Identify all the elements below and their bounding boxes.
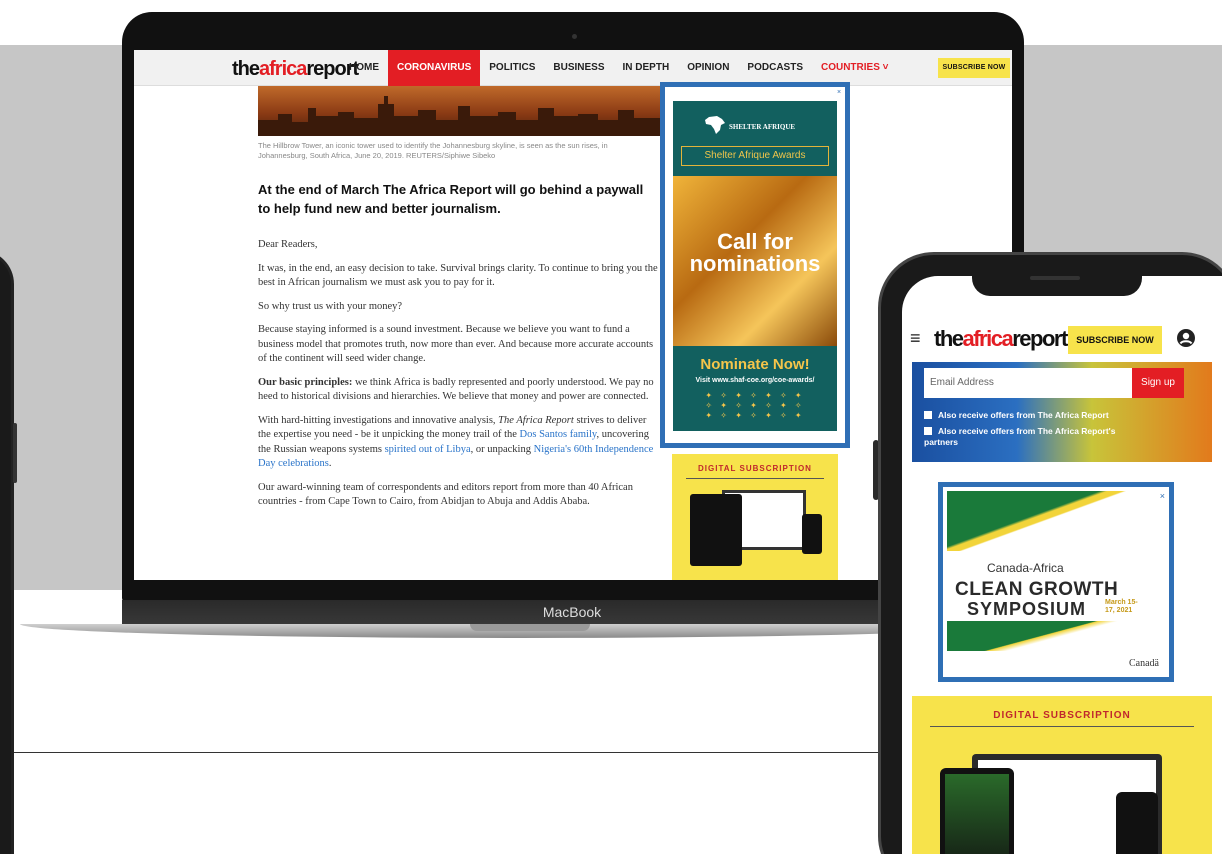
mockup-scene: MacBook theafricareport HOME CORONAVIRUS… — [0, 0, 1222, 854]
logo-part: the — [232, 58, 260, 80]
user-icon[interactable] — [1176, 328, 1196, 348]
image-caption: The Hillbrow Tower, an iconic tower used… — [258, 141, 608, 160]
newsletter-signup: Email Address Sign up Also receive offer… — [912, 362, 1212, 462]
phone-screen: ≡ theafricareport SUBSCRIBE NOW Email Ad… — [902, 276, 1222, 854]
close-icon[interactable]: × — [835, 89, 843, 97]
star-pattern-icon: ✦ ✧ ✦ ✧ ✦ ✧ ✦ ✧ ✦ ✧ ✦ ✧ ✦ ✧ ✦ ✧ ✦ ✧ ✦ ✧ ✦ — [705, 391, 805, 420]
logo-part: africa — [962, 326, 1014, 351]
article-paragraph: Our basic principles: we think Africa is… — [258, 376, 658, 405]
camera-icon — [572, 34, 577, 39]
phone-ad-banner[interactable]: Canada-Africa CLEAN GROWTH SYMPOSIUM Mar… — [947, 491, 1165, 673]
nav-items: HOME CORONAVIRUS POLITICS BUSINESS IN DE… — [340, 50, 898, 86]
tablet-image — [690, 494, 742, 566]
publication-name: The Africa Report — [498, 414, 574, 426]
phone-image — [802, 514, 822, 554]
ad-nominate-text: Nominate Now! — [700, 356, 810, 373]
article-paragraph: With hard-hitting investigations and inn… — [258, 414, 658, 472]
ad-bottom-graphic — [947, 621, 1165, 651]
article-paragraph: Because staying informed is a sound inve… — [258, 324, 654, 364]
principles-label: Our basic principles: — [258, 376, 353, 388]
ad-line-2: CLEAN GROWTH — [955, 579, 1119, 600]
phone-digital-title: DIGITAL SUBSCRIPTION — [993, 710, 1131, 721]
text-span: , or unpacking — [470, 443, 534, 455]
ad-green-graphic — [947, 491, 1165, 551]
ad-award-label: Shelter Afrique Awards — [681, 146, 829, 166]
digital-subscription-title: DIGITAL SUBSCRIPTION — [698, 464, 812, 473]
offer-checkbox-1[interactable]: Also receive offers from The Africa Repo… — [924, 410, 1109, 421]
ad-call-text: Call for nominations — [689, 229, 821, 276]
phone-notch — [972, 270, 1142, 296]
article-paragraph: Our award-winning team of correspondents… — [258, 481, 633, 508]
article-paragraph: So why trust us with your money? — [258, 300, 403, 312]
phone-subscribe-button[interactable]: SUBSCRIBE NOW — [1068, 326, 1162, 354]
menu-icon[interactable]: ≡ — [910, 328, 921, 349]
nav-item-podcasts[interactable]: PODCASTS — [738, 50, 812, 86]
close-icon[interactable]: × — [1160, 491, 1165, 501]
checkbox-label: Also receive offers from The Africa Repo… — [924, 426, 1116, 447]
text-span: With hard-hitting investigations and inn… — [258, 414, 499, 426]
link-dos-santos[interactable]: Dos Santos family — [520, 429, 597, 440]
article-body: Dear Readers, It was, in the end, an eas… — [258, 238, 658, 519]
left-phone-edge — [0, 250, 17, 854]
hero-image — [258, 86, 660, 136]
phone-digital-subscription[interactable]: DIGITAL SUBSCRIPTION — [912, 696, 1212, 854]
logo-part: the — [934, 326, 964, 351]
tablet-screen — [945, 774, 1009, 854]
article-paragraph: Dear Readers, — [258, 239, 318, 250]
africa-map-icon — [705, 116, 725, 134]
checkbox[interactable] — [924, 411, 932, 419]
site-nav: theafricareport HOME CORONAVIRUS POLITIC… — [134, 50, 1012, 86]
nav-item-countries[interactable]: COUNTRIES ˅ — [812, 50, 898, 86]
floor-line — [0, 752, 930, 753]
checkbox-label: Also receive offers from The Africa Repo… — [938, 410, 1109, 420]
tablet-image — [940, 768, 1014, 854]
divider — [930, 726, 1194, 727]
speaker-icon — [1030, 276, 1080, 280]
nav-item-in-depth[interactable]: IN DEPTH — [614, 50, 679, 86]
canada-logo: Canadä — [1129, 658, 1159, 669]
subscribe-button[interactable]: SUBSCRIBE NOW — [938, 58, 1010, 78]
nav-item-politics[interactable]: POLITICS — [480, 50, 544, 86]
ad-url-text: Visit www.shaf-coe.org/coe-awards/ — [695, 377, 815, 384]
ad-logo-text: SHELTER AFRIQUE — [729, 123, 796, 131]
nav-item-opinion[interactable]: OPINION — [678, 50, 738, 86]
article-headline: At the end of March The Africa Report wi… — [258, 182, 644, 216]
ad-date: March 15-17, 2021 — [1105, 599, 1138, 614]
phone-advertisement-frame[interactable]: Canada-Africa CLEAN GROWTH SYMPOSIUM Mar… — [938, 482, 1174, 682]
ad-banner[interactable]: SHELTER AFRIQUE Shelter Afrique Awards C… — [673, 101, 837, 431]
skyline-image — [258, 96, 660, 136]
text-span: . — [328, 458, 332, 469]
logo-part: africa — [259, 58, 307, 80]
divider — [686, 478, 824, 479]
signup-button[interactable]: Sign up — [1132, 368, 1184, 398]
device-label: MacBook — [542, 604, 602, 620]
digital-subscription-box[interactable]: DIGITAL SUBSCRIPTION — [672, 454, 838, 580]
nav-item-business[interactable]: BUSINESS — [544, 50, 613, 86]
email-field[interactable]: Email Address — [924, 368, 1144, 398]
phone-site-logo[interactable]: theafricareport — [934, 326, 1068, 352]
offer-checkbox-2[interactable]: Also receive offers from The Africa Repo… — [924, 426, 1144, 448]
link-libya[interactable]: spirited out of Libya — [385, 444, 471, 455]
logo-part: report — [1012, 326, 1068, 351]
side-button — [13, 423, 17, 483]
article-paragraph: It was, in the end, an easy decision to … — [258, 262, 658, 289]
advertisement-frame[interactable]: × SHELTER AFRIQUE Shelter Afrique Awards… — [660, 82, 850, 448]
laptop-notch — [470, 624, 590, 631]
nav-item-coronavirus[interactable]: CORONAVIRUS — [388, 50, 481, 86]
ad-line-1: Canada-Africa — [987, 561, 1064, 575]
nav-item-home[interactable]: HOME — [340, 50, 388, 86]
phone-image — [1116, 792, 1158, 854]
checkbox[interactable] — [924, 427, 932, 435]
